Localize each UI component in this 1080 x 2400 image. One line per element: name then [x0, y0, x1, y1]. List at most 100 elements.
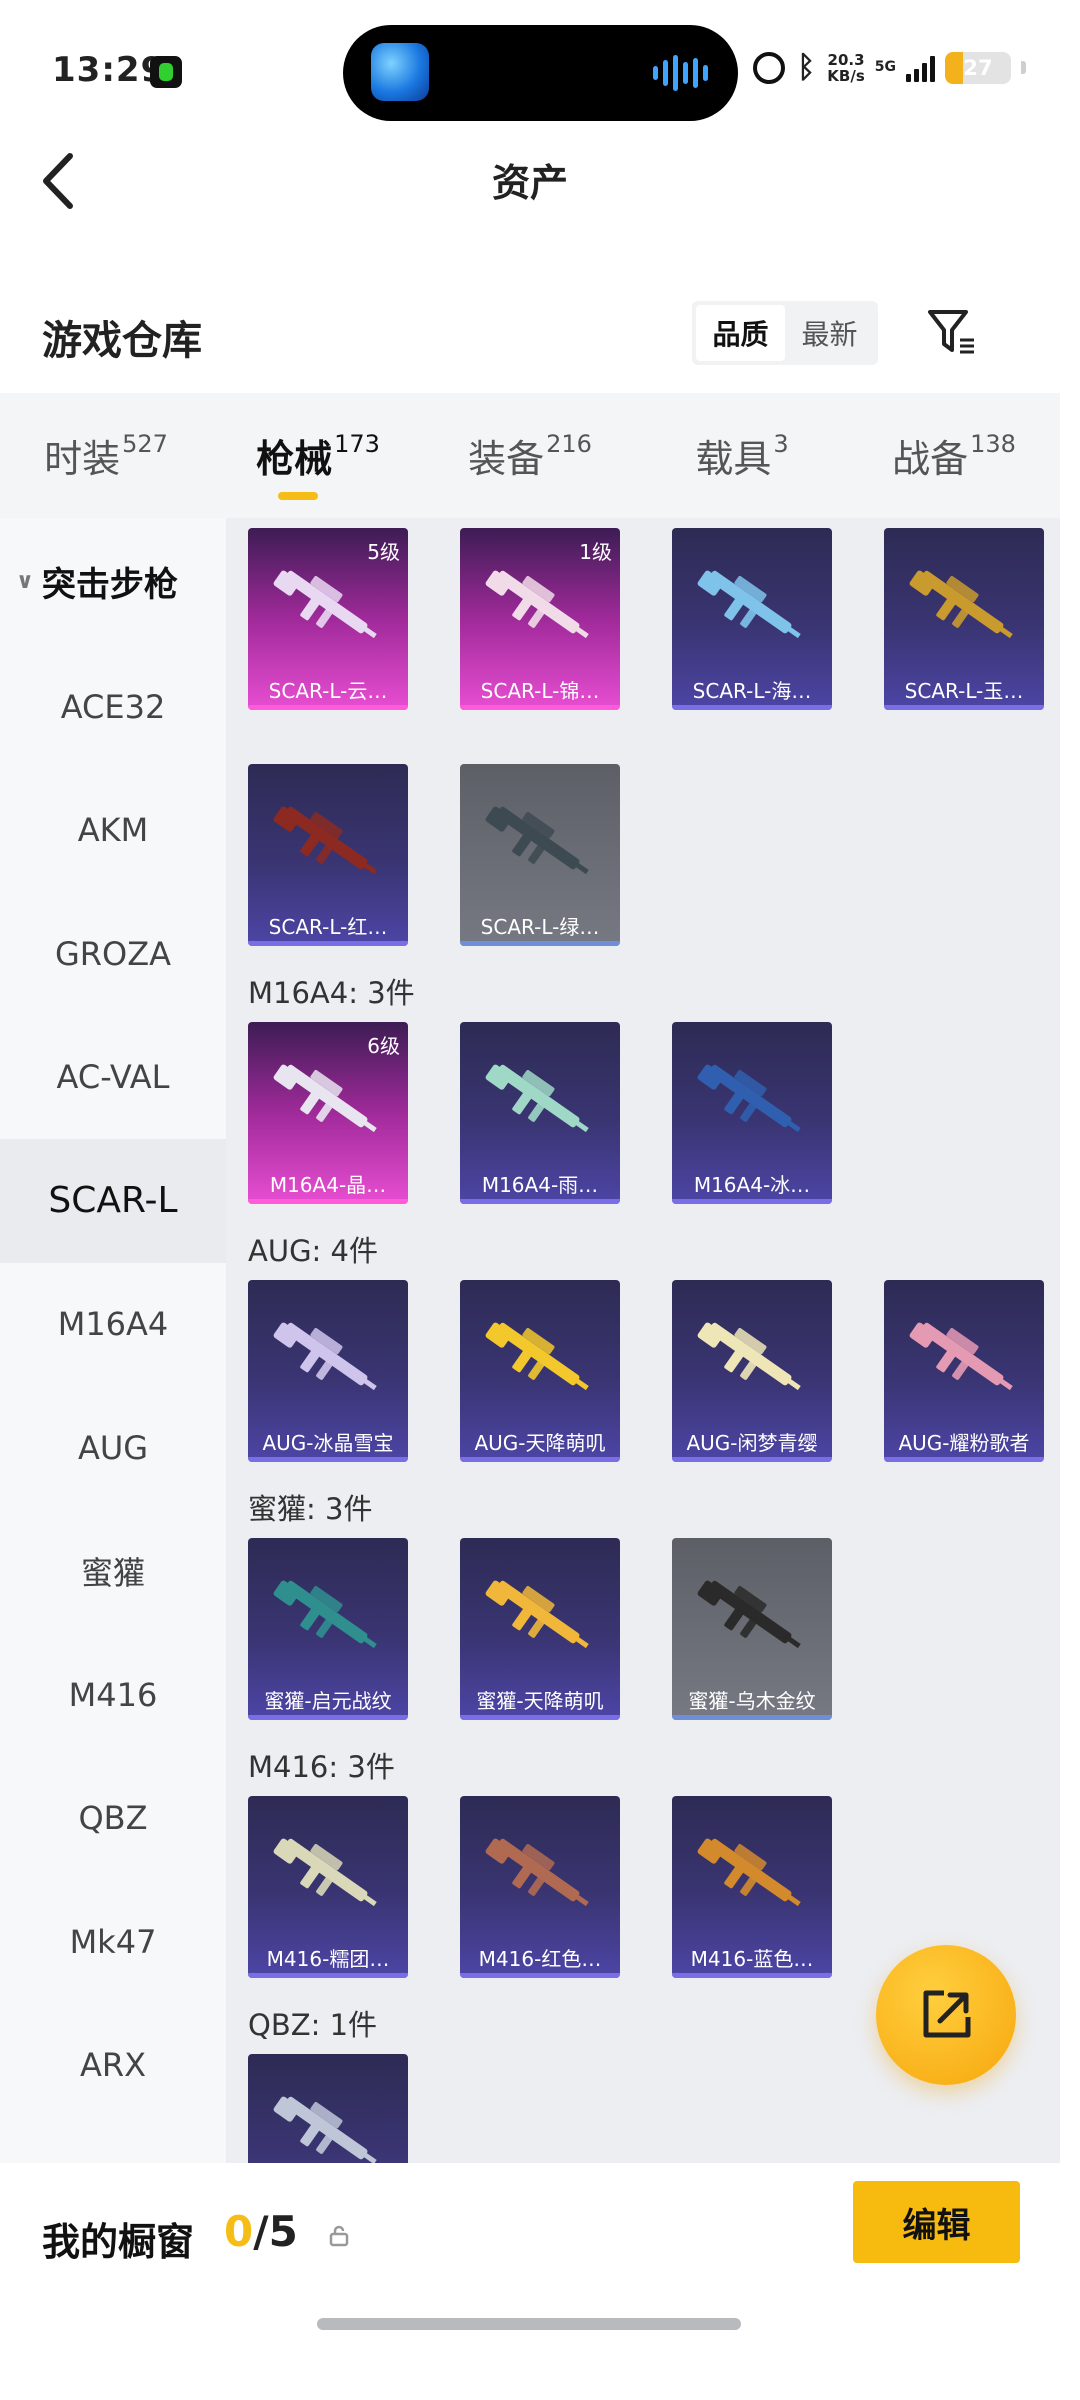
- weapon-card[interactable]: AUG-闲梦青缨: [672, 1280, 832, 1462]
- rarity-bar: [672, 1715, 832, 1720]
- weapon-card[interactable]: SCAR-L-绿…: [460, 764, 620, 946]
- tab-count: 3: [773, 429, 789, 458]
- showcase-label: 我的橱窗: [42, 2220, 195, 2264]
- weapon-icon: [697, 570, 801, 639]
- filter-icon[interactable]: [926, 306, 978, 358]
- weapon-card[interactable]: SCAR-L-红…: [248, 764, 408, 946]
- nav-item[interactable]: SCAR-L: [0, 1139, 226, 1263]
- weapon-card[interactable]: 6级 M16A4-晶…: [248, 1022, 408, 1204]
- weapon-label: AUG-耀粉歌者: [898, 1431, 1030, 1455]
- chevron-down-icon: ∨: [16, 569, 34, 594]
- nav-item[interactable]: M416: [0, 1633, 226, 1757]
- weapon-card[interactable]: AUG-耀粉歌者: [884, 1280, 1044, 1462]
- rarity-bar: [248, 1715, 408, 1720]
- edit-button[interactable]: 编辑: [853, 2181, 1020, 2263]
- weapon-card[interactable]: 蜜獾-启元战纹: [248, 1538, 408, 1720]
- rarity-bar: [248, 1457, 408, 1462]
- tab-category[interactable]: 枪械 173: [212, 393, 424, 518]
- rarity-bar: [248, 1199, 408, 1204]
- showcase-count: 0/5: [224, 2207, 298, 2256]
- nav-item[interactable]: GROZA: [0, 892, 226, 1016]
- weapon-card[interactable]: M416-红色…: [460, 1796, 620, 1978]
- weapon-label: M416-糯团…: [266, 1947, 390, 1971]
- weapon-label: SCAR-L-玉…: [904, 679, 1024, 703]
- weapon-icon: [485, 570, 589, 639]
- sort-quality-button[interactable]: 品质: [696, 305, 785, 361]
- tab-label: 战备: [892, 437, 969, 481]
- weapon-card[interactable]: 蜜獾-天降萌叽: [460, 1538, 620, 1720]
- showcase-count-current: 0: [224, 2207, 254, 2256]
- dynamic-island[interactable]: [343, 25, 738, 121]
- nav-item[interactable]: ARX: [0, 2004, 226, 2128]
- tab-category[interactable]: 装备 216: [424, 393, 636, 518]
- audio-wave-icon: [653, 55, 708, 91]
- weapon-icon: [485, 1064, 589, 1133]
- tab-category[interactable]: 载具 3: [636, 393, 848, 518]
- nav-item[interactable]: AUG: [0, 1386, 226, 1510]
- alarm-icon: [753, 51, 786, 84]
- nav-item[interactable]: QBZ: [0, 1757, 226, 1881]
- weapon-label: M16A4-雨…: [481, 1173, 599, 1197]
- weapon-label: SCAR-L-锦…: [480, 679, 600, 703]
- weapon-label: M16A4-晶…: [269, 1173, 387, 1197]
- weapon-card[interactable]: M416-蓝色…: [672, 1796, 832, 1978]
- nav-item[interactable]: M16A4: [0, 1263, 226, 1387]
- rarity-bar: [248, 705, 408, 710]
- category-tabs: 时装 527 枪械 173 装备 216 载具 3 战备 138: [0, 393, 1060, 518]
- weapon-card[interactable]: [248, 2054, 408, 2163]
- nav-item[interactable]: AC-VAL: [0, 1016, 226, 1140]
- sort-newest-button[interactable]: 最新: [785, 305, 874, 361]
- tab-category[interactable]: 时装 527: [0, 393, 212, 518]
- network-speed: 20.3 KB/s: [827, 52, 864, 84]
- group-heading: M16A4: 3件: [248, 976, 415, 1010]
- nav-item[interactable]: Mk47: [0, 1880, 226, 2004]
- tab-label: 装备: [468, 437, 545, 481]
- weapon-grid[interactable]: 5级 SCAR-L-云… 1级 SCAR-L-锦… SCAR-L-海… SCAR-L-玉……: [226, 518, 1060, 2163]
- tab-count: 173: [334, 429, 380, 458]
- tab-label: 载具: [695, 437, 772, 481]
- warehouse-title: 游戏仓库: [42, 318, 202, 364]
- weapon-card[interactable]: M16A4-冰…: [672, 1022, 832, 1204]
- group-heading: M416: 3件: [248, 1750, 395, 1784]
- tab-count: 138: [970, 429, 1016, 458]
- battery-cap: [1021, 61, 1026, 74]
- weapon-card[interactable]: AUG-冰晶雪宝: [248, 1280, 408, 1462]
- weapon-card[interactable]: 1级 SCAR-L-锦…: [460, 528, 620, 710]
- nav-item[interactable]: ACE32: [0, 645, 226, 769]
- weapon-card[interactable]: M416-糯团…: [248, 1796, 408, 1978]
- network-speed-unit: KB/s: [827, 66, 865, 85]
- battery-icon: 27: [945, 51, 1011, 84]
- tab-label: 枪械: [256, 437, 333, 481]
- weapon-icon: [273, 1838, 377, 1907]
- nav-group-label: 突击步枪: [41, 565, 178, 605]
- weapon-label: SCAR-L-海…: [692, 679, 812, 703]
- weapon-level: 1级: [579, 540, 612, 564]
- home-indicator[interactable]: [317, 2318, 741, 2330]
- weapon-card[interactable]: 蜜獾-乌木金纹: [672, 1538, 832, 1720]
- rarity-bar: [248, 941, 408, 946]
- tab-count: 527: [122, 429, 168, 458]
- nav-group-assault-rifle[interactable]: ∨ 突击步枪: [0, 518, 226, 645]
- weapon-card[interactable]: SCAR-L-海…: [672, 528, 832, 710]
- weapon-icon: [273, 806, 377, 875]
- tab-category[interactable]: 战备 138: [848, 393, 1060, 518]
- nav-item[interactable]: AKM: [0, 769, 226, 893]
- weapon-card[interactable]: AUG-天降萌叽: [460, 1280, 620, 1462]
- weapon-label: SCAR-L-绿…: [480, 915, 600, 939]
- weapon-card[interactable]: SCAR-L-玉…: [884, 528, 1044, 710]
- weapon-label: SCAR-L-红…: [268, 915, 388, 939]
- weapon-icon: [697, 1580, 801, 1649]
- weapon-card[interactable]: 5级 SCAR-L-云…: [248, 528, 408, 710]
- network-speed-value: 20.3: [827, 50, 865, 69]
- rarity-bar: [460, 941, 620, 946]
- rarity-bar: [672, 1199, 832, 1204]
- showcase-bar: 我的橱窗 0/5 编辑: [0, 2163, 1080, 2333]
- battery-level: 27: [963, 55, 993, 80]
- weapon-card[interactable]: M16A4-雨…: [460, 1022, 620, 1204]
- rarity-bar: [672, 705, 832, 710]
- weapon-nav: ∨ 突击步枪 ACE32 AKM GROZA AC-VAL SCAR-L M16A4 AUG 蜜獾…: [0, 518, 226, 2163]
- nav-item[interactable]: 蜜獾: [0, 1510, 226, 1634]
- share-icon[interactable]: [876, 1945, 1016, 2085]
- chat-notification-icon: [150, 56, 182, 88]
- weapon-label: 蜜獾-乌木金纹: [688, 1689, 816, 1713]
